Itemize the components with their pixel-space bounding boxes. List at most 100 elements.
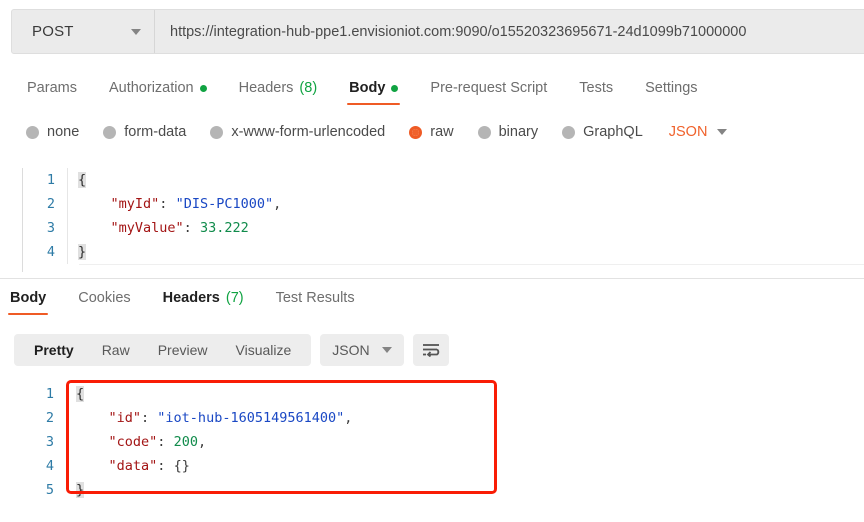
tab-body[interactable]: Body (333, 76, 414, 108)
response-view-raw[interactable]: Raw (88, 334, 144, 366)
body-type-graphql[interactable]: GraphQL (562, 124, 643, 140)
tab-params-label: Params (27, 80, 77, 96)
line-number: 4 (22, 454, 66, 478)
response-tab-cookies-label: Cookies (78, 290, 130, 306)
response-view-visualize[interactable]: Visualize (222, 334, 306, 366)
response-format-label: JSON (332, 342, 369, 358)
body-type-raw-label: raw (430, 124, 453, 140)
code-line-row: 3 "code": 200, (22, 430, 864, 454)
response-tab-test-results[interactable]: Test Results (260, 286, 371, 318)
tab-authorization-label: Authorization (109, 80, 194, 96)
body-type-form-data-label: form-data (124, 124, 186, 140)
tab-tests-label: Tests (579, 80, 613, 96)
tab-tests[interactable]: Tests (563, 76, 629, 108)
word-wrap-icon (422, 343, 440, 357)
line-number: 1 (23, 168, 67, 192)
code-line-content[interactable]: } (67, 240, 864, 264)
response-tab-body[interactable]: Body (0, 286, 62, 318)
request-tabs: Params Authorization Headers (8) Body Pr… (11, 76, 714, 108)
green-dot-icon (200, 85, 207, 92)
body-type-none-label: none (47, 124, 79, 140)
tab-pre-request-script-label: Pre-request Script (430, 80, 547, 96)
line-number: 5 (22, 478, 66, 502)
tab-authorization[interactable]: Authorization (93, 76, 223, 108)
body-type-x-www-form-urlencoded[interactable]: x-www-form-urlencoded (210, 124, 385, 140)
code-line-row: 2 "myId": "DIS-PC1000", (23, 192, 864, 216)
response-tab-headers-count: (7) (226, 290, 244, 306)
body-type-form-data[interactable]: form-data (103, 124, 186, 140)
word-wrap-button[interactable] (413, 334, 449, 366)
json-key: "myId" (111, 196, 160, 212)
chevron-down-icon (382, 347, 392, 353)
chevron-down-icon (717, 129, 727, 135)
code-line-content[interactable]: "myValue": 33.222 (67, 216, 864, 240)
response-tab-headers-label: Headers (163, 290, 220, 306)
tab-pre-request-script[interactable]: Pre-request Script (414, 76, 563, 108)
json-key: "code" (109, 434, 158, 450)
code-line-row: 4 } (23, 240, 864, 264)
radio-icon (103, 126, 116, 139)
radio-icon (478, 126, 491, 139)
request-body-editor[interactable]: 1 { 2 "myId": "DIS-PC1000", 3 "myValue":… (22, 168, 864, 272)
body-type-binary[interactable]: binary (478, 124, 539, 140)
tab-headers-count: (8) (299, 80, 317, 96)
code-line-row: 2 "id": "iot-hub-1605149561400", (22, 406, 864, 430)
response-view-preview[interactable]: Preview (144, 334, 222, 366)
code-line-content[interactable]: "id": "iot-hub-1605149561400", (66, 406, 864, 430)
code-line-content[interactable]: { (66, 382, 864, 406)
code-line-row: 4 "data": {} (22, 454, 864, 478)
line-number: 4 (23, 240, 67, 264)
json-number: 33.222 (200, 220, 249, 236)
line-number: 1 (22, 382, 66, 406)
code-line-content[interactable]: { (67, 168, 864, 192)
response-tab-test-results-label: Test Results (276, 290, 355, 306)
body-type-raw[interactable]: raw (409, 124, 453, 140)
tab-body-label: Body (349, 80, 385, 96)
tab-params[interactable]: Params (11, 76, 93, 108)
json-key: "myValue" (111, 220, 184, 236)
response-view-pretty[interactable]: Pretty (20, 334, 88, 366)
http-method-select[interactable]: POST (12, 10, 155, 53)
tab-headers-label: Headers (239, 80, 294, 96)
body-type-x-www-form-urlencoded-label: x-www-form-urlencoded (231, 124, 385, 140)
response-format-dropdown[interactable]: JSON (320, 334, 403, 366)
tab-settings-label: Settings (645, 80, 697, 96)
body-format-label: JSON (669, 124, 708, 140)
radio-icon (26, 126, 39, 139)
body-format-dropdown[interactable]: JSON (669, 124, 728, 140)
tab-settings[interactable]: Settings (629, 76, 713, 108)
json-string: "DIS-PC1000" (176, 196, 274, 212)
http-method-label: POST (32, 23, 74, 40)
response-tab-cookies[interactable]: Cookies (62, 286, 146, 318)
code-line-content[interactable]: "myId": "DIS-PC1000", (67, 192, 864, 216)
request-url-input[interactable]: https://integration-hub-ppe1.envisioniot… (155, 10, 864, 53)
body-type-none[interactable]: none (26, 124, 79, 140)
response-tab-headers[interactable]: Headers (7) (147, 286, 260, 318)
json-key: "id" (109, 410, 142, 426)
json-empty-object: {} (174, 458, 190, 474)
radio-icon (562, 126, 575, 139)
line-number: 3 (23, 216, 67, 240)
json-key: "data" (109, 458, 158, 474)
line-number: 3 (22, 430, 66, 454)
code-line-content[interactable]: "code": 200, (66, 430, 864, 454)
response-view-segmented-control: Pretty Raw Preview Visualize (14, 334, 311, 366)
code-line-row: 1 { (22, 382, 864, 406)
tab-headers[interactable]: Headers (8) (223, 76, 334, 108)
code-line-row: 3 "myValue": 33.222 (23, 216, 864, 240)
code-line-content[interactable]: "data": {} (66, 454, 864, 478)
radio-icon (210, 126, 223, 139)
json-string: "iot-hub-1605149561400" (157, 410, 344, 426)
radio-selected-icon (409, 126, 422, 139)
response-tabs: Body Cookies Headers (7) Test Results (0, 286, 371, 318)
body-type-graphql-label: GraphQL (583, 124, 643, 140)
json-number: 200 (174, 434, 198, 450)
code-line-content[interactable]: } (66, 478, 864, 502)
body-type-binary-label: binary (499, 124, 539, 140)
request-response-divider (0, 278, 864, 279)
response-view-controls: Pretty Raw Preview Visualize JSON (14, 334, 449, 366)
line-number: 2 (23, 192, 67, 216)
green-dot-icon (391, 85, 398, 92)
code-line-row: 1 { (23, 168, 864, 192)
response-body-editor[interactable]: 1 { 2 "id": "iot-hub-1605149561400", 3 "… (22, 382, 864, 510)
